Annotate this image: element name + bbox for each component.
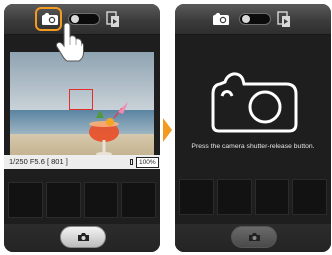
next-step-arrow-icon bbox=[163, 118, 172, 142]
shutter-button[interactable] bbox=[231, 226, 277, 248]
exposure-info: 1/250 F5.6 [ 801 ] bbox=[9, 157, 68, 166]
thumbnail-slot[interactable] bbox=[179, 179, 214, 215]
bottom-bar bbox=[4, 224, 160, 252]
thumbnail-slot[interactable] bbox=[216, 179, 252, 215]
thumbnail-slot[interactable] bbox=[83, 182, 119, 218]
playback-mode-icon[interactable] bbox=[106, 11, 120, 28]
bottom-bar bbox=[175, 224, 331, 252]
status-bar: 1/250 F5.6 [ 801 ] 100% bbox=[4, 155, 160, 169]
thumbnail-strip bbox=[8, 182, 156, 218]
shutter-button[interactable] bbox=[60, 226, 106, 248]
thumbnail-slot[interactable] bbox=[254, 179, 290, 215]
instruction-text: Press the camera shutter-release button. bbox=[191, 143, 315, 150]
thumbnail-slot[interactable] bbox=[121, 182, 156, 218]
thumbnail-strip bbox=[179, 179, 327, 215]
live-view-screen: 1/250 F5.6 [ 801 ] 100% bbox=[4, 4, 160, 252]
top-toolbar bbox=[175, 4, 331, 35]
camera-icon bbox=[78, 233, 89, 241]
camera-icon bbox=[211, 72, 298, 133]
toggle-knob[interactable] bbox=[242, 15, 250, 23]
thumbnail-slot[interactable] bbox=[8, 182, 43, 218]
playback-mode-icon[interactable] bbox=[277, 11, 291, 28]
thumbnail-slot[interactable] bbox=[292, 179, 327, 215]
hand-pointer-icon bbox=[55, 22, 84, 62]
thumbnail-slot[interactable] bbox=[45, 182, 81, 218]
battery-icon bbox=[130, 159, 133, 165]
live-view-image bbox=[10, 52, 154, 160]
zoom-level: 100% bbox=[136, 157, 159, 168]
waiting-screen: Press the camera shutter-release button. bbox=[175, 4, 331, 252]
camera-mode-icon[interactable] bbox=[212, 12, 230, 26]
camera-icon bbox=[249, 233, 260, 241]
mode-toggle[interactable] bbox=[239, 13, 271, 25]
focus-frame[interactable] bbox=[69, 89, 93, 110]
